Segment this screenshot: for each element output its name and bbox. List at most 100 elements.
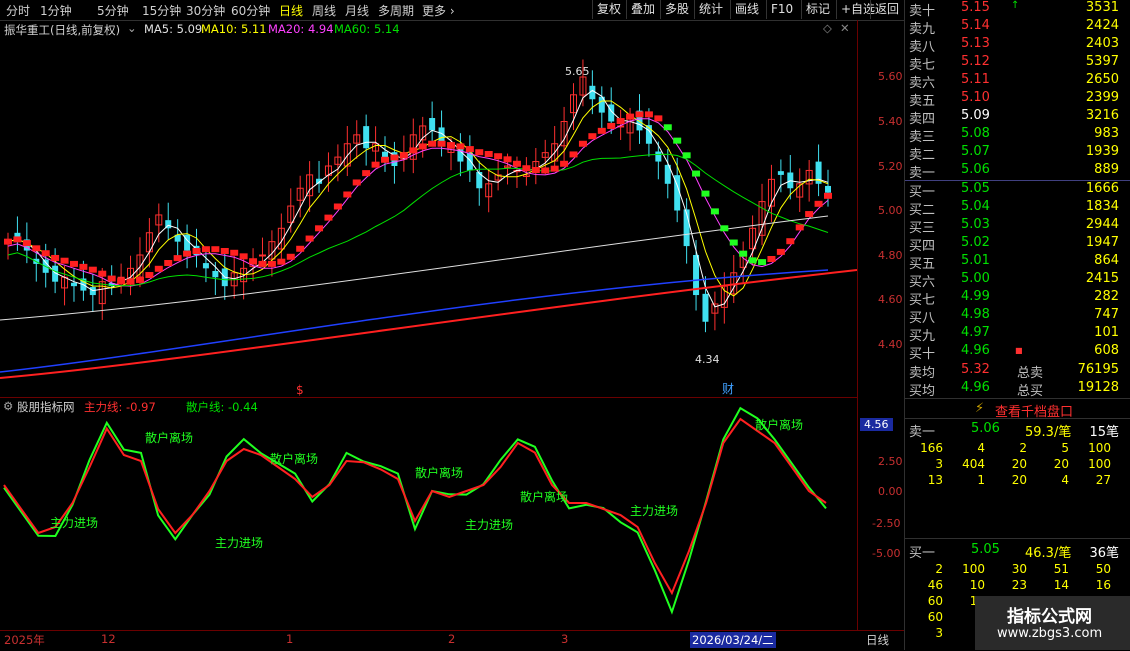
period-tab[interactable]: 30分钟 bbox=[186, 2, 225, 19]
watermark-title: 指标公式网 bbox=[1007, 607, 1092, 627]
band-block bbox=[428, 140, 437, 147]
period-tab[interactable]: 分时 bbox=[6, 2, 30, 19]
band-block bbox=[663, 124, 672, 131]
f10-button[interactable]: F10 bbox=[766, 0, 797, 19]
period-tab[interactable]: 月线 bbox=[345, 2, 369, 19]
queue-cell: 20 bbox=[1011, 473, 1027, 487]
high-price-label: 5.65 bbox=[565, 65, 590, 78]
candle-body bbox=[655, 151, 662, 162]
chart-canvas[interactable]: 5.654.34$ 财 主力进场主力进场散户离场散户离场主力进场散户离场主力进场散… bbox=[0, 20, 857, 630]
bid-row[interactable]: 买十 4.96 ■ 608 bbox=[905, 343, 1121, 362]
bid-row[interactable]: 买八 4.98 747 bbox=[905, 307, 1121, 326]
bid-label: 买三 bbox=[909, 221, 936, 236]
band-block bbox=[720, 225, 729, 232]
ask-row[interactable]: 卖五 5.10 2399 bbox=[905, 90, 1121, 109]
candle-body bbox=[382, 151, 389, 158]
period-tab[interactable]: 多周期 bbox=[378, 2, 414, 19]
bid-price: 5.02 bbox=[961, 235, 990, 250]
ask-label: 卖五 bbox=[909, 94, 936, 109]
bid-row[interactable]: 买四 5.02 1947 bbox=[905, 235, 1121, 254]
queue-cell: 10 bbox=[969, 578, 985, 592]
queue-cell: 20 bbox=[1053, 457, 1069, 471]
period-tab[interactable]: 1分钟 bbox=[40, 2, 72, 19]
queue-cell: 60 bbox=[927, 610, 943, 624]
indicator-annotation: 主力进场 bbox=[50, 516, 98, 530]
band-block bbox=[381, 156, 390, 163]
ask-row[interactable]: 卖九 5.14 2424 bbox=[905, 18, 1121, 37]
band-block bbox=[418, 143, 427, 150]
bid-row[interactable]: 买一 5.05 1666 bbox=[905, 181, 1121, 200]
period-tab[interactable]: 60分钟 bbox=[231, 2, 270, 19]
band-block bbox=[597, 127, 606, 134]
bid-volume: 864 bbox=[1094, 253, 1119, 268]
bid-row[interactable]: 买七 4.99 282 bbox=[905, 289, 1121, 308]
draw-line-button[interactable]: 画线 bbox=[730, 0, 763, 19]
bid-row[interactable]: 买三 5.03 2944 bbox=[905, 217, 1121, 236]
ask-row[interactable]: 卖三 5.08 983 bbox=[905, 126, 1121, 145]
watermark: 指标公式网 www.zbgs3.com bbox=[975, 596, 1130, 650]
bid-volume: 2944 bbox=[1085, 217, 1119, 232]
band-block bbox=[456, 143, 465, 150]
band-block bbox=[673, 137, 682, 144]
avg-price: 4.96 bbox=[961, 380, 990, 395]
band-block bbox=[569, 151, 578, 158]
ask-row[interactable]: 卖十 5.15 ↑ 3531 bbox=[905, 0, 1121, 19]
candle-body bbox=[777, 171, 784, 175]
ask-row[interactable]: 卖六 5.11 2650 bbox=[905, 72, 1121, 91]
adjust-button[interactable]: 复权 bbox=[592, 0, 625, 19]
candle-body bbox=[316, 178, 323, 184]
period-tab[interactable]: 5分钟 bbox=[97, 2, 129, 19]
mark-button[interactable]: 标记 bbox=[801, 0, 834, 19]
period-tab[interactable]: 周线 bbox=[312, 2, 336, 19]
ask-label: 卖四 bbox=[909, 112, 936, 127]
queue-cell: 46 bbox=[927, 578, 943, 592]
ask-row[interactable]: 卖四 5.09 3216 bbox=[905, 108, 1121, 127]
ask-row[interactable]: 卖七 5.12 5397 bbox=[905, 54, 1121, 73]
bid-row[interactable]: 买二 5.04 1834 bbox=[905, 199, 1121, 218]
queue-cell: 14 bbox=[1053, 578, 1069, 592]
ask-price: 5.13 bbox=[961, 36, 990, 51]
period-label[interactable]: 日线 bbox=[866, 632, 889, 648]
ask-row[interactable]: 卖一 5.06 889 bbox=[905, 162, 1121, 181]
ask-label: 卖七 bbox=[909, 58, 936, 73]
period-tab-active[interactable]: 日线 bbox=[279, 2, 303, 19]
back-button[interactable]: 返回 bbox=[870, 0, 903, 19]
queue-row: 13 1 20 4 27 bbox=[905, 473, 1121, 488]
multi-stock-button[interactable]: 多股 bbox=[660, 0, 693, 19]
bid-row[interactable]: 买六 5.00 2415 bbox=[905, 271, 1121, 290]
ask-price: 5.06 bbox=[961, 162, 990, 177]
band-block bbox=[267, 260, 276, 267]
band-block bbox=[795, 224, 804, 231]
ask-label: 卖六 bbox=[909, 76, 936, 91]
stats-button[interactable]: 统计 bbox=[694, 0, 727, 19]
ask-volume: 2399 bbox=[1085, 90, 1119, 105]
book-divider bbox=[905, 538, 1130, 539]
band-block bbox=[324, 214, 333, 221]
band-block bbox=[776, 248, 785, 255]
total-label: 总买 bbox=[1017, 384, 1044, 399]
candle-body bbox=[429, 118, 436, 131]
ask-row[interactable]: 卖二 5.07 1939 bbox=[905, 144, 1121, 163]
overlay-button[interactable]: 叠加 bbox=[626, 0, 659, 19]
indicator-title[interactable]: 股朋指标网 bbox=[17, 399, 75, 415]
more-periods-tab[interactable]: 更多 › bbox=[422, 2, 455, 19]
band-block bbox=[154, 265, 163, 272]
band-block bbox=[682, 152, 691, 159]
indicator-annotation: 散户离场 bbox=[415, 465, 463, 480]
ask-row[interactable]: 卖八 5.13 2403 bbox=[905, 36, 1121, 55]
band-block bbox=[164, 260, 173, 267]
band-block bbox=[522, 165, 531, 172]
band-block bbox=[550, 165, 559, 172]
bid-row[interactable]: 买九 4.97 101 bbox=[905, 325, 1121, 344]
band-block bbox=[409, 147, 418, 154]
candle-body bbox=[202, 263, 209, 269]
period-tab[interactable]: 15分钟 bbox=[142, 2, 181, 19]
band-block bbox=[352, 179, 361, 186]
gear-icon[interactable]: ⚙ bbox=[3, 399, 13, 413]
queue-count: 15笔 bbox=[1089, 425, 1119, 440]
ask-label: 卖二 bbox=[909, 148, 936, 163]
bid-row[interactable]: 买五 5.01 864 bbox=[905, 253, 1121, 272]
band-block bbox=[494, 153, 503, 160]
indicator-annotation: 散户离场 bbox=[520, 489, 568, 504]
bid-volume: 101 bbox=[1094, 325, 1119, 340]
